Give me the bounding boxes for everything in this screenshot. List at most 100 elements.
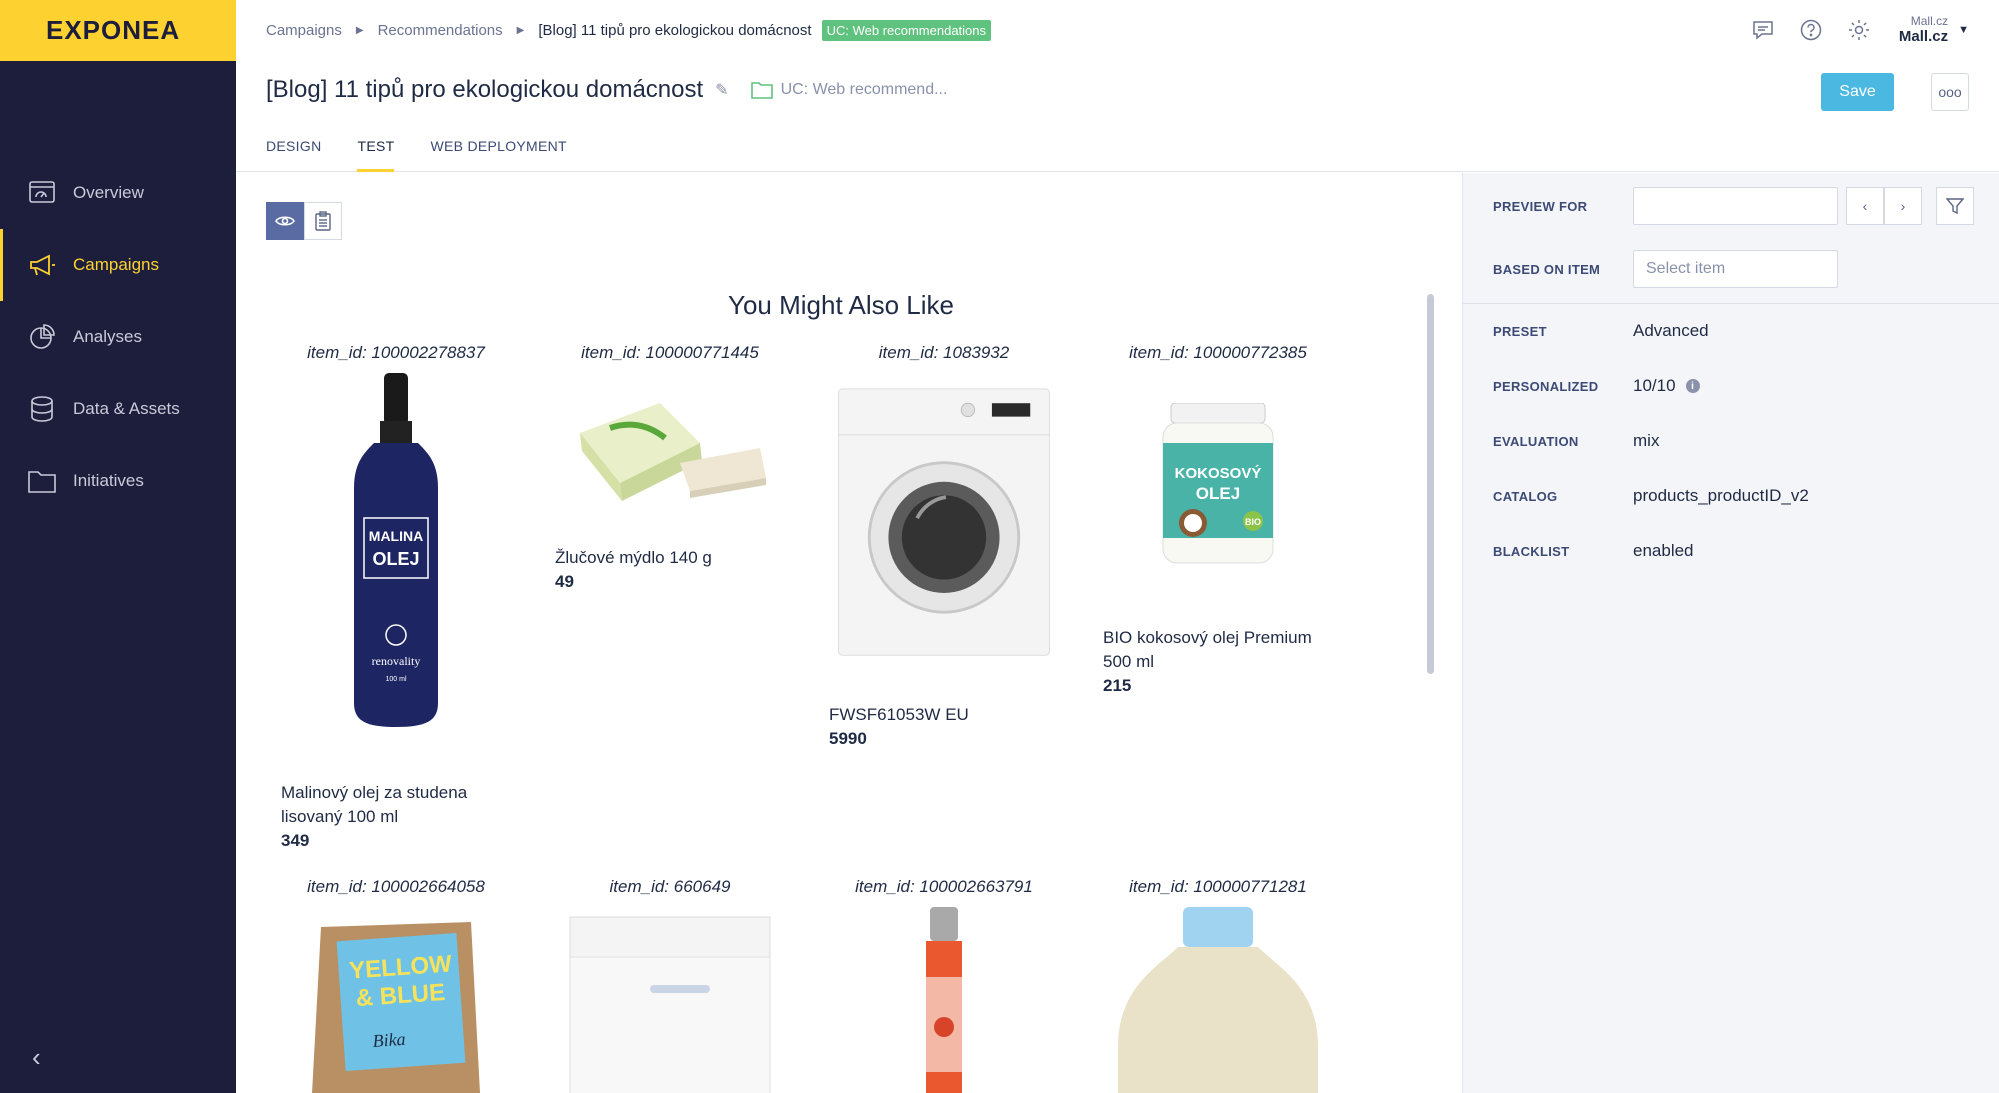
sidebar-item-overview[interactable]: Overview xyxy=(0,157,236,229)
product-image-bottle: MALINA OLEJ renovality 100 ml xyxy=(281,373,511,763)
preview-for-row: PREVIEW FOR ‹ › xyxy=(1493,187,1974,225)
page-header: Campaigns ▶ Recommendations ▶ [Blog] 11 … xyxy=(236,0,1999,172)
tab-test[interactable]: TEST xyxy=(357,124,395,172)
chat-icon[interactable] xyxy=(1751,18,1775,42)
bag-label-line3: Bika xyxy=(372,1029,406,1051)
catalog-value: products_productID_v2 xyxy=(1633,486,1809,505)
evaluation-row: EVALUATION mix xyxy=(1493,431,1659,451)
code-view-button[interactable] xyxy=(304,202,342,240)
account-switcher[interactable]: Mall.cz Mall.cz xyxy=(1899,14,1948,45)
personalized-row: PERSONALIZED 10/10 i xyxy=(1493,376,1700,396)
breadcrumb: Campaigns ▶ Recommendations ▶ [Blog] 11 … xyxy=(266,20,992,41)
product-image-soap xyxy=(555,373,785,528)
sidebar-nav: Overview Campaigns Analyses Data & Asset… xyxy=(0,157,236,517)
bottle-brand: renovality xyxy=(372,654,421,668)
chevron-left-icon: ‹ xyxy=(1862,198,1868,214)
chevron-right-icon: ▶ xyxy=(355,25,364,36)
previous-customer-button[interactable]: ‹ xyxy=(1846,187,1884,225)
item-id: item_id: 100000772385 xyxy=(1129,343,1307,362)
tab-design[interactable]: DESIGN xyxy=(266,124,321,172)
pencil-icon[interactable]: ✎ xyxy=(715,80,728,100)
blacklist-label: BLACKLIST xyxy=(1493,543,1570,559)
preview-settings-panel: PREVIEW FOR ‹ › BASED ON ITEM Select ite… xyxy=(1462,173,1999,1093)
preview-view-button[interactable] xyxy=(266,202,304,240)
app-logo[interactable]: EXPONEA xyxy=(0,0,236,61)
bottle-label-line1: MALINA xyxy=(369,528,423,544)
product-price: 215 xyxy=(1103,676,1132,695)
sidebar-item-label: Initiatives xyxy=(73,471,144,490)
personalized-value: 10/10 xyxy=(1633,376,1676,395)
jar-bio-badge: BIO xyxy=(1245,517,1261,527)
product-image-toploader xyxy=(555,907,785,1093)
account-name: Mall.cz xyxy=(1898,28,1949,45)
product-image-small-bottle xyxy=(829,907,1059,1093)
item-id: item_id: 100002278837 xyxy=(307,343,485,362)
next-customer-button[interactable]: › xyxy=(1884,187,1922,225)
blacklist-row: BLACKLIST enabled xyxy=(1493,541,1694,561)
filter-button[interactable] xyxy=(1936,187,1974,225)
item-id: item_id: 100000771281 xyxy=(1129,877,1307,896)
initiative-badge[interactable]: UC: Web recommendations xyxy=(821,20,992,41)
tab-web-deployment[interactable]: WEB DEPLOYMENT xyxy=(430,124,566,172)
sidebar-item-initiatives[interactable]: Initiatives xyxy=(0,445,236,517)
help-icon[interactable] xyxy=(1799,18,1823,42)
save-button[interactable]: Save xyxy=(1821,73,1894,111)
product-card[interactable]: item_id: 100002664058 YELLOW & BLUE Bika xyxy=(281,877,511,1093)
product-image-jar: KOKOSOVÝ OLEJ BIO xyxy=(1103,373,1333,608)
sidebar-item-data-assets[interactable]: Data & Assets xyxy=(0,373,236,445)
preview-scrollbar[interactable] xyxy=(1427,294,1434,674)
folder-link[interactable]: UC: Web recommend... xyxy=(750,81,948,99)
pie-chart-icon xyxy=(28,323,56,351)
product-card[interactable]: item_id: 100000771445 Žlučové mýdlo 140 … xyxy=(555,343,785,594)
product-card[interactable]: item_id: 100000771281 xyxy=(1103,877,1333,1093)
page-title: [Blog] 11 tipů pro ekologickou domácnost xyxy=(266,76,704,103)
breadcrumb-recommendations[interactable]: Recommendations xyxy=(378,22,503,39)
chevron-right-icon: › xyxy=(1900,198,1906,214)
product-card[interactable]: item_id: 660649 xyxy=(555,877,785,1093)
recommendation-heading: You Might Also Like xyxy=(728,290,954,320)
more-options-button[interactable]: ooo xyxy=(1931,73,1969,111)
bottle-label-line2: OLEJ xyxy=(372,549,419,569)
product-price: 349 xyxy=(281,831,310,850)
item-id: item_id: 660649 xyxy=(609,877,731,896)
database-icon xyxy=(28,395,56,423)
product-price: 49 xyxy=(555,572,574,591)
sidebar-item-label: Campaigns xyxy=(73,255,159,274)
title-row: [Blog] 11 tipů pro ekologickou domácnost… xyxy=(266,76,947,104)
based-on-item-row: BASED ON ITEM Select item xyxy=(1493,250,1838,288)
blacklist-value: enabled xyxy=(1633,541,1694,560)
product-name: Malinový olej za studena lisovaný 100 ml xyxy=(281,783,468,826)
product-name: FWSF61053W EU xyxy=(829,705,969,724)
caret-down-icon[interactable]: ▼ xyxy=(1958,24,1969,36)
sidebar-item-label: Data & Assets xyxy=(73,399,180,418)
product-card[interactable]: item_id: 1083932 FWSF61053W EU 5990 xyxy=(829,343,1059,751)
item-id: item_id: 100000771445 xyxy=(581,343,759,362)
breadcrumb-campaigns[interactable]: Campaigns xyxy=(266,22,342,39)
sidebar-item-campaigns[interactable]: Campaigns xyxy=(0,229,236,301)
collapse-sidebar-icon[interactable]: ‹ xyxy=(32,1042,41,1073)
gear-icon[interactable] xyxy=(1847,18,1871,42)
folder-label: UC: Web recommend... xyxy=(780,81,948,98)
sidebar: EXPONEA Overview Campaigns Analyses Data… xyxy=(0,0,236,1093)
based-on-item-select[interactable]: Select item xyxy=(1633,250,1838,288)
chevron-right-icon: ▶ xyxy=(516,25,525,36)
breadcrumb-current: [Blog] 11 tipů pro ekologickou domácnost xyxy=(538,22,812,39)
preset-value: Advanced xyxy=(1633,321,1709,340)
product-price: 5990 xyxy=(829,729,867,748)
product-card[interactable]: item_id: 100000772385 KOKOSOVÝ OLEJ BIO … xyxy=(1103,343,1333,698)
product-card[interactable]: item_id: 100002278837 MALINA OLEJ renova… xyxy=(281,343,511,853)
preview-for-input[interactable] xyxy=(1633,187,1838,225)
sidebar-item-analyses[interactable]: Analyses xyxy=(0,301,236,373)
eye-icon xyxy=(275,216,295,226)
bottle-volume: 100 ml xyxy=(385,676,406,683)
based-on-item-label: BASED ON ITEM xyxy=(1493,261,1601,277)
jar-label-line2: OLEJ xyxy=(1196,484,1240,503)
sidebar-item-label: Analyses xyxy=(73,327,142,346)
item-id: item_id: 1083932 xyxy=(878,343,1010,362)
preview-for-label: PREVIEW FOR xyxy=(1493,198,1588,214)
clipboard-icon xyxy=(315,211,331,231)
product-image-jug xyxy=(1103,907,1333,1093)
product-card[interactable]: item_id: 100002663791 xyxy=(829,877,1059,1093)
preset-label: PRESET xyxy=(1493,323,1547,339)
info-icon[interactable]: i xyxy=(1685,379,1700,393)
